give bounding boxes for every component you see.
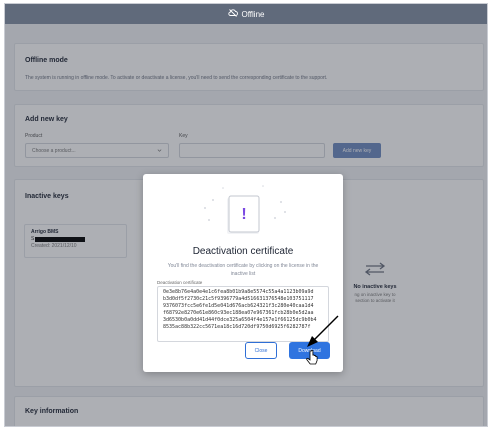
offline-status-bar: Offline bbox=[5, 4, 487, 24]
certificate-line: b3d0df5f2730c21c5f9396779a4d516631376548… bbox=[163, 296, 314, 302]
warning-icon: ! bbox=[241, 206, 247, 223]
certificate-line: f68792e8270e61e860c93ec188ea07e967361fcb… bbox=[163, 310, 314, 316]
certificate-label: Deactivation certificate bbox=[157, 280, 203, 285]
certificate-line: 3d6530b0a0dd41d44f0dce325a6504f4e157e1f6… bbox=[163, 317, 317, 323]
modal-title: Deactivation certificate bbox=[192, 246, 294, 257]
certificate-line: 0e3e8b76e4a0e4e1c6fea8b01b9a8e5574c55a4a… bbox=[163, 289, 314, 295]
topbar-title: Offline bbox=[241, 9, 265, 19]
close-button[interactable]: Close bbox=[245, 342, 277, 359]
modal-description: You'll find the deactivation certificate… bbox=[167, 263, 319, 277]
certificate-line: 9376073fcc5e6fe1d5e041d676acb624321f3c28… bbox=[163, 303, 314, 309]
mouse-cursor-icon bbox=[306, 350, 318, 365]
annotation-arrow bbox=[307, 315, 339, 347]
offline-icon bbox=[227, 8, 238, 20]
certificate-line: 8535ac88b322cc5671ea18c16d720df9750d6925… bbox=[163, 324, 311, 330]
